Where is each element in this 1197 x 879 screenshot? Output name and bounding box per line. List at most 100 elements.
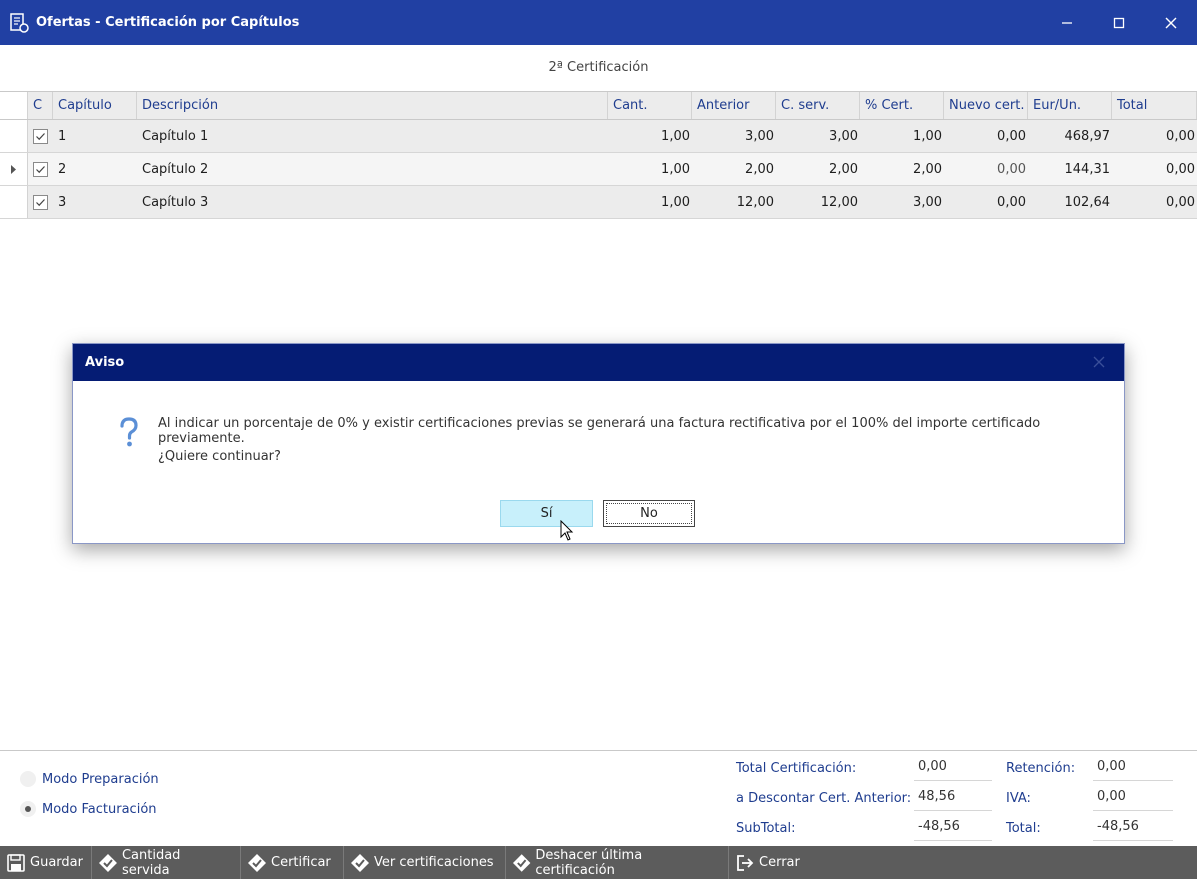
- maximize-button[interactable]: [1093, 0, 1145, 45]
- cell-cant[interactable]: 1,00: [608, 120, 692, 152]
- cell-pcert[interactable]: 2,00: [860, 153, 944, 185]
- header-capitulo[interactable]: Capítulo: [53, 92, 137, 119]
- current-row-arrow-icon: [10, 164, 16, 174]
- ver-certificaciones-button[interactable]: Ver certificaciones: [344, 846, 506, 879]
- bottom-panel: Modo Preparación Modo Facturación Total …: [0, 750, 1197, 846]
- cell-eur[interactable]: 468,97: [1028, 120, 1112, 152]
- cell-total[interactable]: 0,00: [1112, 153, 1197, 185]
- no-button[interactable]: No: [603, 500, 695, 527]
- cantidad-servida-label: Cantidad servida: [121, 847, 181, 878]
- app-window: Ofertas - Certificación por Capítulos 2ª…: [0, 0, 1197, 879]
- subtotal-value: -48,56: [914, 817, 992, 841]
- descontar-label: a Descontar Cert. Anterior:: [736, 791, 912, 806]
- dialog-question: ¿Quiere continuar?: [158, 449, 281, 464]
- certificar-label: Certificar: [271, 855, 331, 870]
- cell-descripcion[interactable]: Capítulo 3: [137, 186, 608, 218]
- table-row[interactable]: 1 Capítulo 1 1,00 3,00 3,00 1,00 0,00 46…: [0, 120, 1197, 153]
- cell-anterior[interactable]: 12,00: [692, 186, 776, 218]
- cell-pcert[interactable]: 1,00: [860, 120, 944, 152]
- grid-header: C Capítulo Descripción Cant. Anterior C.…: [0, 91, 1197, 120]
- header-nuevo[interactable]: Nuevo cert.: [944, 92, 1028, 119]
- row-checkbox[interactable]: [33, 194, 48, 210]
- cell-nuevo[interactable]: 0,00: [944, 186, 1028, 218]
- deshacer-button[interactable]: Deshacer última certificación: [506, 846, 729, 879]
- cell-cserv[interactable]: 12,00: [776, 186, 860, 218]
- header-anterior[interactable]: Anterior: [692, 92, 776, 119]
- cell-pcert[interactable]: 3,00: [860, 186, 944, 218]
- minimize-button[interactable]: [1041, 0, 1093, 45]
- subtotal-label: SubTotal:: [736, 821, 796, 836]
- cell-nuevo[interactable]: 0,00: [944, 120, 1028, 152]
- header-total[interactable]: Total: [1112, 92, 1197, 119]
- window-title: Ofertas - Certificación por Capítulos: [36, 15, 300, 30]
- close-icon: [1165, 17, 1177, 28]
- guardar-button[interactable]: Guardar: [0, 846, 92, 879]
- check-diamond-icon: [351, 853, 369, 872]
- certificar-button[interactable]: Certificar: [241, 846, 344, 879]
- save-icon: [7, 853, 25, 872]
- header-descripcion[interactable]: Descripción: [137, 92, 608, 119]
- cell-cant[interactable]: 1,00: [608, 186, 692, 218]
- cell-descripcion[interactable]: Capítulo 1: [137, 120, 608, 152]
- descontar-value: 48,56: [914, 787, 992, 811]
- chapters-grid: C Capítulo Descripción Cant. Anterior C.…: [0, 91, 1197, 219]
- cell-nuevo[interactable]: 0,00: [944, 153, 1028, 185]
- dialog-title-bar: Aviso: [73, 344, 1124, 381]
- dialog-close-icon[interactable]: [1092, 355, 1106, 369]
- cell-cant[interactable]: 1,00: [608, 153, 692, 185]
- certification-subtitle: 2ª Certificación: [548, 60, 649, 75]
- dialog-title: Aviso: [85, 355, 125, 370]
- row-checkbox-cell[interactable]: [28, 120, 53, 152]
- check-icon: [36, 165, 45, 173]
- cell-cserv[interactable]: 3,00: [776, 120, 860, 152]
- dialog-message: Al indicar un porcentaje de 0% y existir…: [158, 416, 1041, 446]
- bottom-toolbar: Guardar Cantidad servida Certificar Ver …: [0, 846, 1197, 879]
- row-indicator: [0, 120, 28, 152]
- total-value: -48,56: [1093, 817, 1173, 841]
- cantidad-servida-button[interactable]: Cantidad servida: [92, 846, 241, 879]
- cell-anterior[interactable]: 2,00: [692, 153, 776, 185]
- header-cant[interactable]: Cant.: [608, 92, 692, 119]
- mode-facturacion-option[interactable]: Modo Facturación: [20, 801, 157, 817]
- iva-label: IVA:: [1006, 791, 1031, 806]
- title-bar: Ofertas - Certificación por Capítulos: [0, 0, 1197, 45]
- cerrar-button[interactable]: Cerrar: [729, 846, 809, 879]
- table-row[interactable]: 2 Capítulo 2 1,00 2,00 2,00 2,00 0,00 14…: [0, 153, 1197, 186]
- cell-eur[interactable]: 102,64: [1028, 186, 1112, 218]
- close-button[interactable]: [1145, 0, 1197, 45]
- cell-total[interactable]: 0,00: [1112, 120, 1197, 152]
- mode-preparacion-label: Modo Preparación: [42, 771, 159, 787]
- cell-capitulo[interactable]: 3: [53, 186, 137, 218]
- header-c[interactable]: C: [28, 92, 53, 119]
- row-checkbox[interactable]: [33, 161, 48, 177]
- cell-total[interactable]: 0,00: [1112, 186, 1197, 218]
- app-icon: [10, 12, 29, 33]
- row-checkbox-cell[interactable]: [28, 153, 53, 185]
- check-diamond-icon: [98, 853, 117, 872]
- cell-capitulo[interactable]: 1: [53, 120, 137, 152]
- mode-preparacion-radio[interactable]: [20, 771, 36, 787]
- header-pcert[interactable]: % Cert.: [860, 92, 944, 119]
- row-checkbox-cell[interactable]: [28, 186, 53, 218]
- exit-icon: [737, 854, 754, 871]
- mode-facturacion-radio[interactable]: [20, 801, 36, 817]
- row-checkbox[interactable]: [33, 128, 48, 144]
- cell-descripcion[interactable]: Capítulo 2: [137, 153, 608, 185]
- header-eur[interactable]: Eur/Un.: [1028, 92, 1112, 119]
- cell-capitulo[interactable]: 2: [53, 153, 137, 185]
- row-indicator: [0, 186, 28, 218]
- cell-eur[interactable]: 144,31: [1028, 153, 1112, 185]
- check-diamond-icon: [248, 853, 266, 872]
- mode-preparacion-option[interactable]: Modo Preparación: [20, 771, 159, 787]
- cell-cserv[interactable]: 2,00: [776, 153, 860, 185]
- yes-button[interactable]: Sí: [500, 500, 593, 527]
- total-certificacion-label: Total Certificación:: [736, 761, 857, 776]
- iva-value: 0,00: [1093, 787, 1173, 811]
- warning-dialog: Aviso Al indicar un porcentaje de 0% y e…: [72, 343, 1125, 544]
- table-row[interactable]: 3 Capítulo 3 1,00 12,00 12,00 3,00 0,00 …: [0, 186, 1197, 219]
- cell-anterior[interactable]: 3,00: [692, 120, 776, 152]
- header-cserv[interactable]: C. serv.: [776, 92, 860, 119]
- total-label: Total:: [1006, 821, 1041, 836]
- row-indicator: [0, 153, 28, 185]
- cerrar-label: Cerrar: [759, 855, 800, 870]
